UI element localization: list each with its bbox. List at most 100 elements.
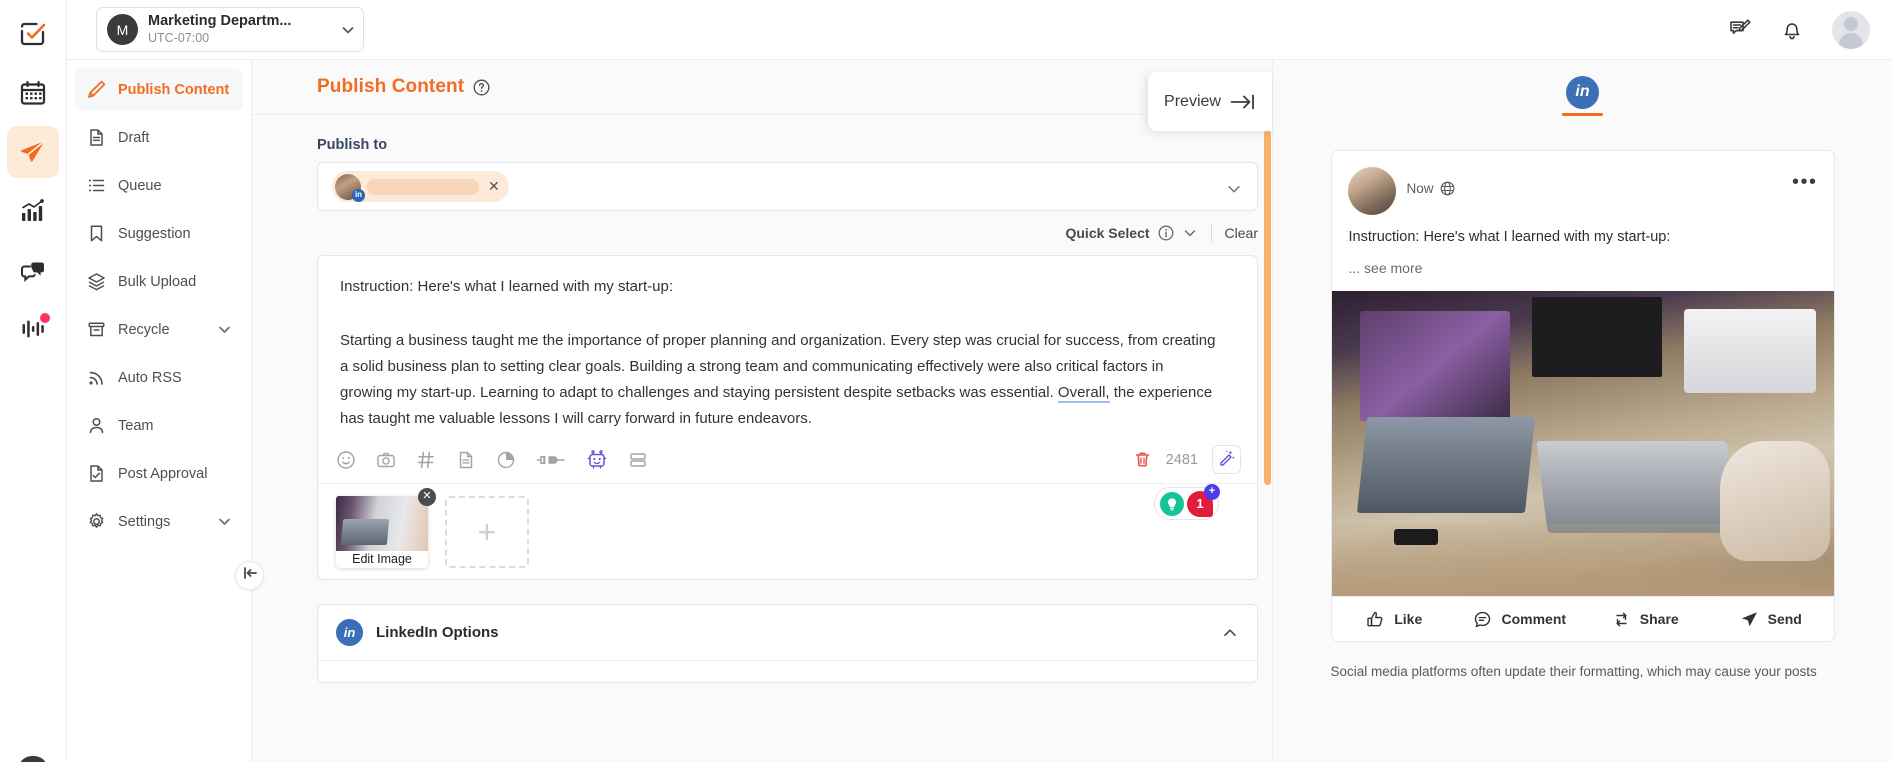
- analytics-icon[interactable]: [7, 185, 59, 237]
- listening-icon[interactable]: [7, 303, 59, 355]
- send-icon: [1740, 610, 1759, 629]
- rail-bottom-avatar[interactable]: [14, 743, 52, 762]
- inbox-icon[interactable]: [7, 244, 59, 296]
- quick-select-label[interactable]: Quick Select: [1065, 225, 1149, 241]
- workspace-selector[interactable]: M Marketing Departm... UTC-07:00: [96, 7, 364, 52]
- info-circle-icon[interactable]: [1158, 225, 1174, 241]
- sidebar-item-publish-content[interactable]: Publish Content: [75, 68, 243, 111]
- account-name-redacted: [367, 178, 479, 195]
- like-button[interactable]: Like: [1332, 610, 1458, 629]
- trash-icon[interactable]: [1133, 450, 1152, 469]
- chevron-up-icon[interactable]: [1221, 624, 1239, 642]
- sidebar-item-suggestion[interactable]: Suggestion: [75, 212, 243, 255]
- hashtag-icon[interactable]: [416, 450, 436, 470]
- sidebar-item-label: Settings: [118, 513, 171, 530]
- send-button[interactable]: Send: [1708, 610, 1834, 629]
- camera-icon[interactable]: [376, 450, 396, 470]
- close-circle-icon[interactable]: ✕: [418, 487, 436, 506]
- page-title: Publish Content: [317, 76, 465, 97]
- chevron-down-icon[interactable]: [1225, 180, 1243, 203]
- top-bar: M Marketing Departm... UTC-07:00: [67, 0, 1892, 60]
- preview-post-text: Instruction: Here's what I learned with …: [1348, 229, 1671, 245]
- pie-chart-icon[interactable]: [496, 450, 516, 470]
- emoji-icon[interactable]: [336, 450, 356, 470]
- sidebar-item-bulk-upload[interactable]: Bulk Upload: [75, 260, 243, 303]
- linkedin-options-section[interactable]: in LinkedIn Options: [317, 604, 1258, 683]
- thumbnail-image: [336, 495, 428, 551]
- see-more-link[interactable]: ... see more: [1332, 247, 1834, 291]
- magic-wand-button[interactable]: [1212, 445, 1241, 474]
- edit-image-label[interactable]: Edit Image: [336, 551, 428, 568]
- publish-to-label: Publish to: [317, 137, 388, 153]
- publish-icon[interactable]: [7, 126, 59, 178]
- selected-account-chip[interactable]: in ✕: [332, 171, 509, 202]
- main-panel: Publish Content Publish to in ✕ Quick Se…: [252, 60, 1272, 762]
- comment-icon: [1473, 610, 1492, 629]
- preview-button-label: Preview: [1164, 92, 1221, 110]
- add-media-button[interactable]: +: [445, 495, 529, 568]
- preview-toggle-button[interactable]: Preview: [1148, 72, 1272, 131]
- sidebar-item-queue[interactable]: Queue: [75, 164, 243, 207]
- ellipsis-icon[interactable]: •••: [1792, 167, 1818, 192]
- chevron-down-icon[interactable]: [1182, 225, 1198, 241]
- workspace-avatar: M: [107, 14, 138, 45]
- chevron-down-icon[interactable]: [216, 321, 233, 338]
- plus-badge-icon: +: [1204, 483, 1220, 500]
- collapse-sidebar-button[interactable]: [235, 561, 264, 590]
- pencil-icon: [85, 80, 107, 99]
- tab-linkedin-preview[interactable]: in: [1544, 60, 1621, 124]
- post-editor[interactable]: Instruction: Here's what I learned with …: [317, 255, 1258, 580]
- account-avatar: in: [335, 173, 365, 202]
- preview-note: Social media platforms often update thei…: [1330, 664, 1817, 679]
- editor-line-1: Instruction: Here's what I learned with …: [340, 278, 673, 295]
- sidebar-item-draft[interactable]: Draft: [75, 116, 243, 159]
- sidebar-item-auto-rss[interactable]: Auto RSS: [75, 356, 243, 399]
- list-icon: [85, 176, 107, 195]
- share-button[interactable]: Share: [1583, 610, 1709, 629]
- linkedin-options-header[interactable]: in LinkedIn Options: [318, 605, 1257, 660]
- question-circle-icon[interactable]: [473, 79, 490, 96]
- close-icon[interactable]: ✕: [485, 178, 503, 195]
- preview-tabs: in: [1273, 60, 1892, 124]
- layout-icon[interactable]: [628, 450, 648, 470]
- sidebar-item-label: Suggestion: [118, 225, 191, 242]
- main-scrollbar-track[interactable]: [1264, 60, 1271, 762]
- lightbulb-icon: [1160, 491, 1184, 516]
- logo-icon[interactable]: [7, 8, 59, 60]
- publish-to-field[interactable]: in ✕: [317, 162, 1258, 211]
- ai-robot-icon[interactable]: [586, 449, 608, 471]
- media-thumbnail[interactable]: Edit Image ✕: [336, 487, 436, 568]
- message-edit-icon[interactable]: [1728, 18, 1752, 42]
- plug-icon[interactable]: [536, 450, 566, 470]
- main-header: Publish Content: [252, 60, 1272, 115]
- image-object: [1535, 441, 1738, 533]
- grammar-suggestion-word[interactable]: Overall,: [1057, 384, 1110, 403]
- chevron-down-icon[interactable]: [339, 21, 357, 39]
- suggestion-count-badge: 1 +: [1187, 483, 1220, 517]
- linkedin-badge-icon: in: [352, 188, 365, 202]
- user-avatar[interactable]: [1832, 10, 1870, 49]
- linkedin-icon: in: [1566, 75, 1599, 109]
- preview-post-header: Now •••: [1332, 151, 1834, 215]
- bell-icon[interactable]: [1780, 18, 1804, 42]
- grammar-assistant-widget[interactable]: 1 +: [1154, 483, 1220, 520]
- sidebar-item-recycle[interactable]: Recycle: [75, 308, 243, 351]
- comment-button[interactable]: Comment: [1457, 610, 1583, 629]
- secondary-sidebar: Publish Content Draft Queue Suggestion B…: [67, 60, 252, 762]
- linkedin-options-body: [318, 660, 1257, 682]
- archive-icon: [85, 320, 107, 339]
- clear-button[interactable]: Clear: [1225, 225, 1258, 241]
- document-icon[interactable]: [456, 450, 476, 470]
- calendar-icon[interactable]: [7, 67, 59, 119]
- sidebar-item-team[interactable]: Team: [75, 404, 243, 447]
- preview-post-actions: Like Comment Share Send: [1331, 596, 1834, 641]
- sidebar-item-post-approval[interactable]: Post Approval: [75, 452, 243, 495]
- main-scrollbar-thumb[interactable]: [1264, 130, 1271, 485]
- sidebar-item-settings[interactable]: Settings: [75, 500, 243, 543]
- media-attachments: Edit Image ✕ +: [318, 484, 1257, 579]
- share-label: Share: [1639, 611, 1679, 627]
- editor-text-area[interactable]: Instruction: Here's what I learned with …: [318, 256, 1257, 436]
- bookmark-icon: [85, 224, 107, 243]
- chevron-down-icon[interactable]: [216, 513, 233, 530]
- linkedin-post-preview: Now ••• Instruction: Here's what I learn…: [1330, 150, 1835, 642]
